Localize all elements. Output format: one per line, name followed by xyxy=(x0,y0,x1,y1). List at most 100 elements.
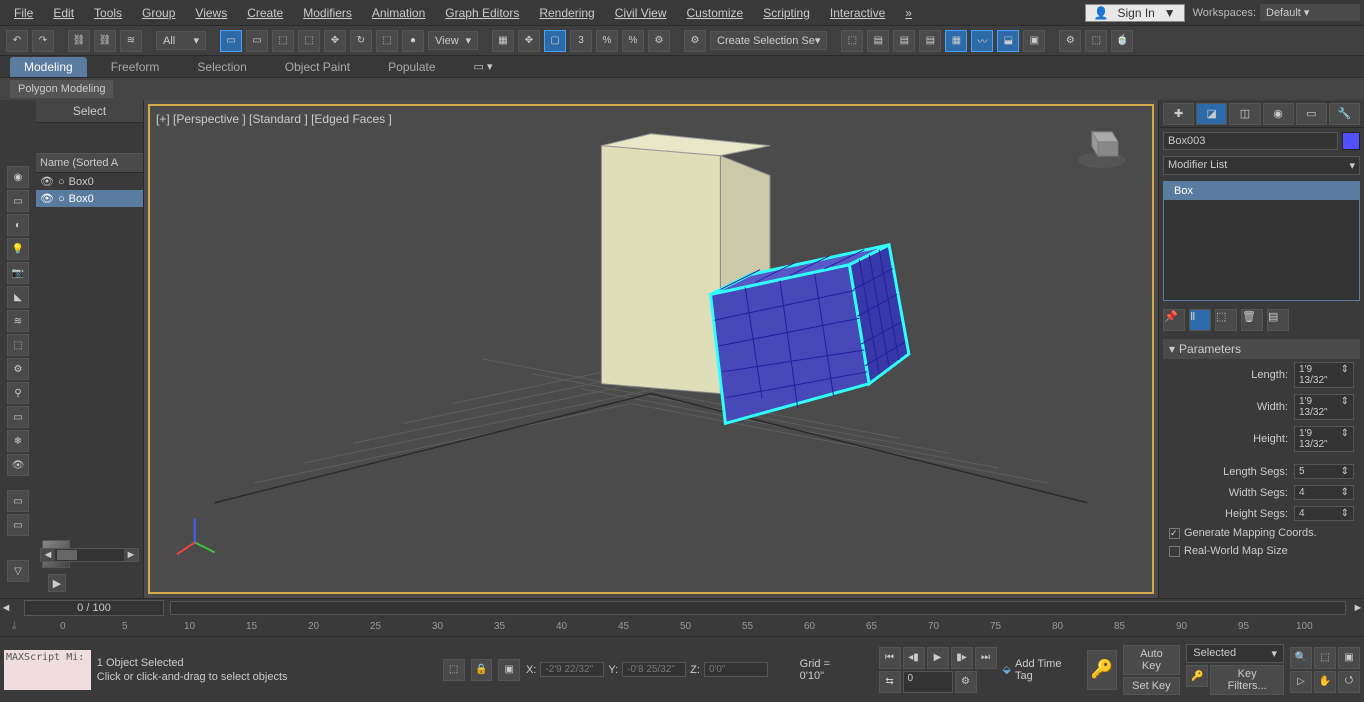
menu-customize[interactable]: Customize xyxy=(677,2,754,24)
left-tool-b[interactable]: ▭ xyxy=(7,514,29,536)
pin-stack-button[interactable]: 📌 xyxy=(1163,309,1185,331)
select-rect-button[interactable]: ⬚ xyxy=(272,30,294,52)
eye-icon[interactable]: 👁 xyxy=(40,175,54,188)
move-button[interactable]: ✥ xyxy=(324,30,346,52)
ribbon-tab-modeling[interactable]: Modeling xyxy=(10,57,87,77)
display-helpers-icon[interactable]: ◣ xyxy=(7,286,29,308)
fov-icon[interactable]: ▷ xyxy=(1290,671,1312,693)
trackbar-toggle[interactable]: ⫰ xyxy=(12,621,16,632)
display-cameras-icon[interactable]: 📷 xyxy=(7,262,29,284)
zoom-all-icon[interactable]: ⬚ xyxy=(1314,647,1336,669)
time-config-button[interactable]: ⚙ xyxy=(955,671,977,693)
bind-spacewarp-button[interactable]: ≋ xyxy=(120,30,142,52)
viewport-label[interactable]: [+] [Perspective ] [Standard ] [Edged Fa… xyxy=(156,112,392,126)
render-setup-button[interactable]: ▣ xyxy=(1023,30,1045,52)
tab-modify[interactable]: ◪ xyxy=(1196,103,1227,125)
selection-filter-dropdown[interactable]: All▾ xyxy=(156,31,206,50)
render-button[interactable]: 🍵 xyxy=(1111,30,1133,52)
scale-button[interactable]: ⬚ xyxy=(376,30,398,52)
curve-editor-button[interactable]: ▦ xyxy=(945,30,967,52)
play-button[interactable]: ▶ xyxy=(927,647,949,669)
display-container-icon[interactable]: ▭ xyxy=(7,406,29,428)
lock-icon[interactable]: 🔒 xyxy=(471,659,493,681)
scene-column-header[interactable]: Name (Sorted A xyxy=(36,153,143,173)
display-groups-icon[interactable]: ⬚ xyxy=(7,334,29,356)
current-frame-field[interactable]: 0 xyxy=(903,671,953,693)
placement-button[interactable]: ● xyxy=(402,30,424,52)
goto-start-button[interactable]: ⏮ xyxy=(879,647,901,669)
percent-snap-button[interactable]: % xyxy=(596,30,618,52)
render-frame-button[interactable]: ⚙ xyxy=(1059,30,1081,52)
y-field[interactable]: -0'8 25/32" xyxy=(622,662,686,677)
toggle-ribbon-button[interactable]: ▤ xyxy=(919,30,941,52)
next-frame-button[interactable]: ▮▸ xyxy=(951,647,973,669)
mirror-button[interactable]: ⬚ xyxy=(841,30,863,52)
align-button[interactable]: ▤ xyxy=(867,30,889,52)
gen-mapping-checkbox[interactable]: Generate Mapping Coords. xyxy=(1163,524,1360,542)
set-key-large-button[interactable]: 🔑 xyxy=(1087,650,1117,690)
tab-utilities[interactable]: 🔧 xyxy=(1329,103,1360,125)
ref-coord-dropdown[interactable]: View▾ xyxy=(428,31,478,50)
scroll-right-icon[interactable]: ► xyxy=(124,549,138,561)
undo-button[interactable]: ↶ xyxy=(6,30,28,52)
modifier-list-dropdown[interactable]: Modifier List▾ xyxy=(1163,156,1360,175)
show-result-button[interactable]: Ⅱ xyxy=(1189,309,1211,331)
tab-display[interactable]: ▭ xyxy=(1296,103,1327,125)
height-spinner[interactable]: 1'9 13/32"⇕ xyxy=(1294,426,1354,452)
display-bone-icon[interactable]: ⚲ xyxy=(7,382,29,404)
unlink-button[interactable]: ⛓ xyxy=(94,30,116,52)
timeline-left-arrow[interactable]: ◄ xyxy=(0,602,12,614)
scroll-thumb[interactable] xyxy=(57,550,77,560)
eye-icon[interactable]: 👁 xyxy=(40,192,54,205)
menu-overflow[interactable]: » xyxy=(895,2,922,24)
window-crossing-button[interactable]: ⬚ xyxy=(298,30,320,52)
menu-graph-editors[interactable]: Graph Editors xyxy=(435,2,529,24)
isolate-icon[interactable]: ▣ xyxy=(498,659,520,681)
snap-toggle-button[interactable]: ▢ xyxy=(544,30,566,52)
zoom-icon[interactable]: 🔍 xyxy=(1290,647,1312,669)
zoom-extents-icon[interactable]: ▣ xyxy=(1338,647,1360,669)
pivot-center-button[interactable]: ▦ xyxy=(492,30,514,52)
z-field[interactable]: 0'0" xyxy=(704,662,768,677)
object-name-field[interactable]: Box003 xyxy=(1163,132,1338,150)
render-prod-button[interactable]: ⬚ xyxy=(1085,30,1107,52)
schematic-view-button[interactable]: 〰 xyxy=(971,30,993,52)
key-mode-button[interactable]: ⇆ xyxy=(879,671,901,693)
make-unique-button[interactable]: ⬚ xyxy=(1215,309,1237,331)
selection-lock-icon[interactable]: ⬚ xyxy=(443,659,465,681)
ribbon-tab-selection[interactable]: Selection xyxy=(183,57,260,77)
freeze-icon[interactable]: ○ xyxy=(58,176,65,188)
ribbon-tab-freeform[interactable]: Freeform xyxy=(97,57,174,77)
link-button[interactable]: ⛓ xyxy=(68,30,90,52)
menu-views[interactable]: Views xyxy=(185,2,237,24)
display-all-icon[interactable]: ◉ xyxy=(7,166,29,188)
named-selset-edit-button[interactable]: ⚙ xyxy=(648,30,670,52)
signin-button[interactable]: 👤 Sign In ▼ xyxy=(1085,4,1185,22)
display-lights-icon[interactable]: 💡 xyxy=(7,238,29,260)
wseg-spinner[interactable]: 4⇕ xyxy=(1294,485,1354,500)
workspaces-dropdown[interactable]: Default ▾ xyxy=(1260,4,1360,21)
ribbon-tab-populate[interactable]: Populate xyxy=(374,57,449,77)
autokey-button[interactable]: Auto Key xyxy=(1123,645,1181,675)
width-spinner[interactable]: 1'9 13/32"⇕ xyxy=(1294,394,1354,420)
ribbon-panel-polygon-modeling[interactable]: Polygon Modeling xyxy=(10,80,113,98)
display-hidden-icon[interactable]: 👁 xyxy=(7,454,29,476)
goto-end-button[interactable]: ⏭ xyxy=(975,647,997,669)
length-spinner[interactable]: 1'9 13/32"⇕ xyxy=(1294,362,1354,388)
rotate-button[interactable]: ↻ xyxy=(350,30,372,52)
keyfilters-button[interactable]: Key Filters... xyxy=(1210,665,1284,695)
tab-hierarchy[interactable]: ◫ xyxy=(1229,103,1260,125)
keyfilter-icon[interactable]: 🔑 xyxy=(1186,665,1208,687)
manipulate-button[interactable]: ✥ xyxy=(518,30,540,52)
scene-item-box1[interactable]: 👁○ Box0 xyxy=(36,190,143,207)
viewcube[interactable] xyxy=(1072,116,1132,176)
remove-modifier-button[interactable]: 🗑 xyxy=(1241,309,1263,331)
left-tool-a[interactable]: ▭ xyxy=(7,490,29,512)
modifier-stack-item-box[interactable]: Box xyxy=(1164,182,1359,200)
hseg-spinner[interactable]: 4⇕ xyxy=(1294,506,1354,521)
spinner-snap-button[interactable]: % xyxy=(622,30,644,52)
menu-tools[interactable]: Tools xyxy=(84,2,132,24)
scene-scrollbar[interactable]: ◄ ► xyxy=(40,548,139,562)
filter-icon[interactable]: ▽ xyxy=(7,560,29,582)
setkey-button[interactable]: Set Key xyxy=(1123,677,1181,695)
